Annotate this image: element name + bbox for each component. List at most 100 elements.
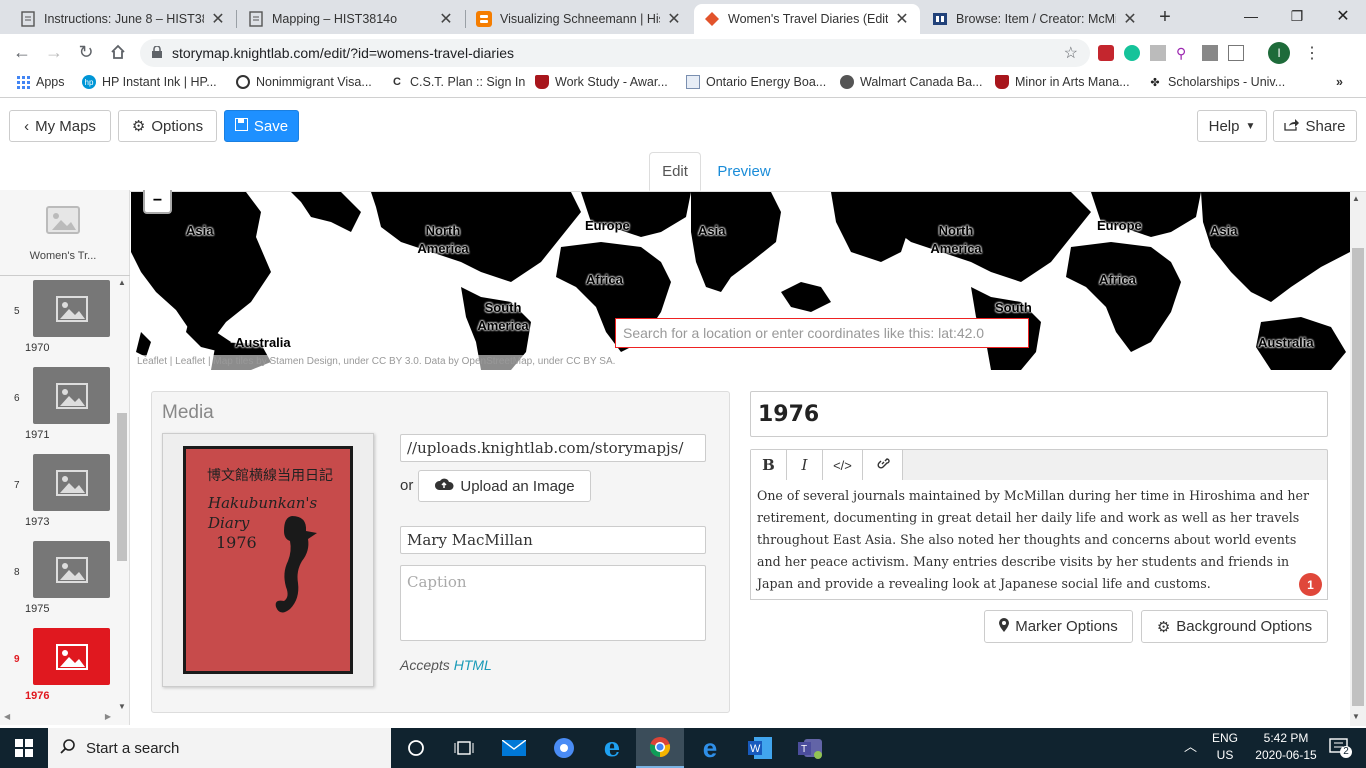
image-icon: [55, 382, 88, 409]
bookmark-item[interactable]: C C.S.T. Plan :: Sign In: [390, 75, 525, 89]
bookmark-item[interactable]: Minor in Arts Mana...: [995, 75, 1130, 89]
browser-tab[interactable]: Visualizing Schneemann | Histo ✕: [466, 4, 692, 34]
tab-preview[interactable]: Preview: [706, 152, 782, 191]
text-body-editor[interactable]: One of several journals maintained by Mc…: [750, 480, 1328, 600]
reload-icon[interactable]: ↻: [74, 40, 98, 64]
sidebar-hscrollbar[interactable]: ◀ ▶: [0, 712, 115, 724]
search-extension-icon[interactable]: ⚲: [1176, 45, 1192, 61]
teams-icon[interactable]: T: [786, 728, 834, 768]
pdf-extension-icon[interactable]: [1098, 45, 1114, 61]
avatar[interactable]: I: [1268, 42, 1290, 64]
bookmark-item[interactable]: Nonimmigrant Visa...: [236, 75, 372, 89]
bold-button[interactable]: B: [751, 450, 787, 480]
minimize-button[interactable]: —: [1228, 0, 1274, 32]
share-button[interactable]: Share: [1273, 110, 1357, 142]
close-tab-icon[interactable]: ✕: [210, 9, 226, 29]
extension-icon[interactable]: [1202, 45, 1218, 61]
maximize-button[interactable]: ❐: [1274, 0, 1320, 32]
my-maps-button[interactable]: ‹ My Maps: [9, 110, 111, 142]
chrome-active-icon[interactable]: [636, 728, 684, 768]
map-label: Europe: [585, 218, 630, 233]
title-slide[interactable]: Women's Tr...: [20, 200, 106, 262]
caret-down-icon: ▼: [1245, 120, 1256, 132]
clock[interactable]: 5:42 PM 2020-06-15: [1250, 730, 1322, 764]
tray-overflow-icon[interactable]: ︿: [1184, 738, 1197, 755]
extension-icon[interactable]: [1228, 45, 1244, 61]
search-icon: [60, 738, 76, 758]
mail-icon[interactable]: [490, 728, 538, 768]
media-credit-input[interactable]: Mary MacMillan: [400, 526, 706, 554]
map-label: North America: [417, 223, 469, 256]
map-label: Australia: [1258, 335, 1314, 350]
browser-tab[interactable]: Instructions: June 8 – HIST3814 ✕: [10, 4, 236, 34]
save-button[interactable]: Save: [224, 110, 299, 142]
cortana-icon[interactable]: [392, 728, 440, 768]
new-tab-button[interactable]: +: [1154, 6, 1176, 28]
bookmark-item[interactable]: hp HP Instant Ink | HP...: [82, 75, 217, 89]
headline-input[interactable]: 1976: [750, 391, 1328, 437]
slide-thumbnail[interactable]: [33, 628, 110, 685]
tab-edit[interactable]: Edit: [649, 152, 701, 191]
slide-thumbnail[interactable]: [33, 280, 110, 337]
language-indicator[interactable]: ENG US: [1210, 730, 1240, 764]
page-scrollbar[interactable]: ▲ ▼: [1350, 192, 1366, 726]
browser-tab-active[interactable]: Women's Travel Diaries (Editing ✕: [694, 4, 920, 34]
close-window-button[interactable]: ✕: [1320, 0, 1366, 32]
media-caption-textarea[interactable]: Caption: [400, 565, 706, 641]
slide-thumbnail[interactable]: [33, 367, 110, 424]
close-tab-icon[interactable]: ✕: [666, 9, 682, 29]
bookmark-item[interactable]: Work Study - Awar...: [535, 75, 668, 89]
slide-thumbnail[interactable]: [33, 541, 110, 598]
close-tab-icon[interactable]: ✕: [1122, 9, 1138, 29]
slide-thumbnail[interactable]: [33, 454, 110, 511]
map-label: Asia: [1210, 223, 1238, 238]
browser-tab[interactable]: Browse: Item / Creator: McMill ✕: [922, 4, 1148, 34]
seahorse-icon: [275, 516, 317, 613]
bookmark-apps[interactable]: Apps: [16, 75, 65, 89]
browser-tab[interactable]: Mapping – HIST3814o ✕: [238, 4, 464, 34]
italic-button[interactable]: I: [787, 450, 823, 480]
scroll-up-icon: ▲: [118, 278, 126, 287]
bookmark-item[interactable]: Ontario Energy Boa...: [686, 75, 826, 89]
map-location-search-input[interactable]: Search for a location or enter coordinat…: [615, 318, 1029, 348]
word-icon[interactable]: W: [736, 728, 784, 768]
gear-icon: ⚙: [1156, 618, 1171, 636]
options-button[interactable]: ⚙ Options: [118, 110, 217, 142]
grammarly-badge[interactable]: 1: [1299, 573, 1322, 596]
taskbar-search-box[interactable]: Start a search: [48, 728, 391, 768]
address-bar[interactable]: storymap.knightlab.com/edit/?id=womens-t…: [140, 39, 1090, 67]
map-label: Africa: [1099, 272, 1136, 287]
html-source-button[interactable]: </>: [823, 450, 863, 480]
media-url-input[interactable]: //uploads.knightlab.com/storymapjs/: [400, 434, 706, 462]
bookmark-item[interactable]: Walmart Canada Ba...: [840, 75, 983, 89]
bookmark-item[interactable]: ✤ Scholarships - Univ...: [1148, 75, 1285, 89]
close-tab-icon[interactable]: ✕: [438, 9, 454, 29]
bookmarks-overflow-icon[interactable]: »: [1336, 75, 1343, 89]
link-button[interactable]: [863, 450, 903, 480]
grammarly-icon[interactable]: [1124, 45, 1140, 61]
notification-center-icon[interactable]: 2: [1326, 738, 1352, 761]
internet-explorer-icon[interactable]: e: [588, 728, 636, 768]
forward-arrow-icon[interactable]: →: [42, 40, 66, 64]
extension-icon[interactable]: [1150, 45, 1166, 61]
edge-icon[interactable]: e: [686, 728, 734, 768]
html-link[interactable]: HTML: [454, 657, 492, 673]
menu-dots-icon[interactable]: ⋮: [1304, 43, 1320, 63]
help-button[interactable]: Help ▼: [1197, 110, 1267, 142]
background-options-button[interactable]: ⚙ Background Options: [1141, 610, 1328, 643]
bookmark-star-icon[interactable]: ☆: [1064, 43, 1078, 63]
windows-start-icon[interactable]: [0, 728, 48, 768]
sidebar-scrollbar[interactable]: ▲ ▼: [116, 278, 128, 716]
task-view-icon[interactable]: [440, 728, 488, 768]
back-arrow-icon[interactable]: ←: [10, 40, 34, 64]
home-icon[interactable]: [106, 40, 130, 64]
marker-options-button[interactable]: Marker Options: [984, 610, 1133, 643]
map-attribution: Leaflet | Leaflet | Map tiles by Stamen …: [133, 355, 620, 370]
upload-image-button[interactable]: Upload an Image: [418, 470, 591, 502]
close-tab-icon[interactable]: ✕: [894, 9, 910, 29]
shield-icon: [995, 75, 1009, 89]
chrome-icon[interactable]: [540, 728, 588, 768]
gear-icon: ⚙: [131, 118, 146, 135]
zoom-out-button[interactable]: −: [143, 190, 172, 214]
media-preview-image: 博文館横線当用日記 Hakubunkan's Diary 1976: [183, 446, 353, 674]
